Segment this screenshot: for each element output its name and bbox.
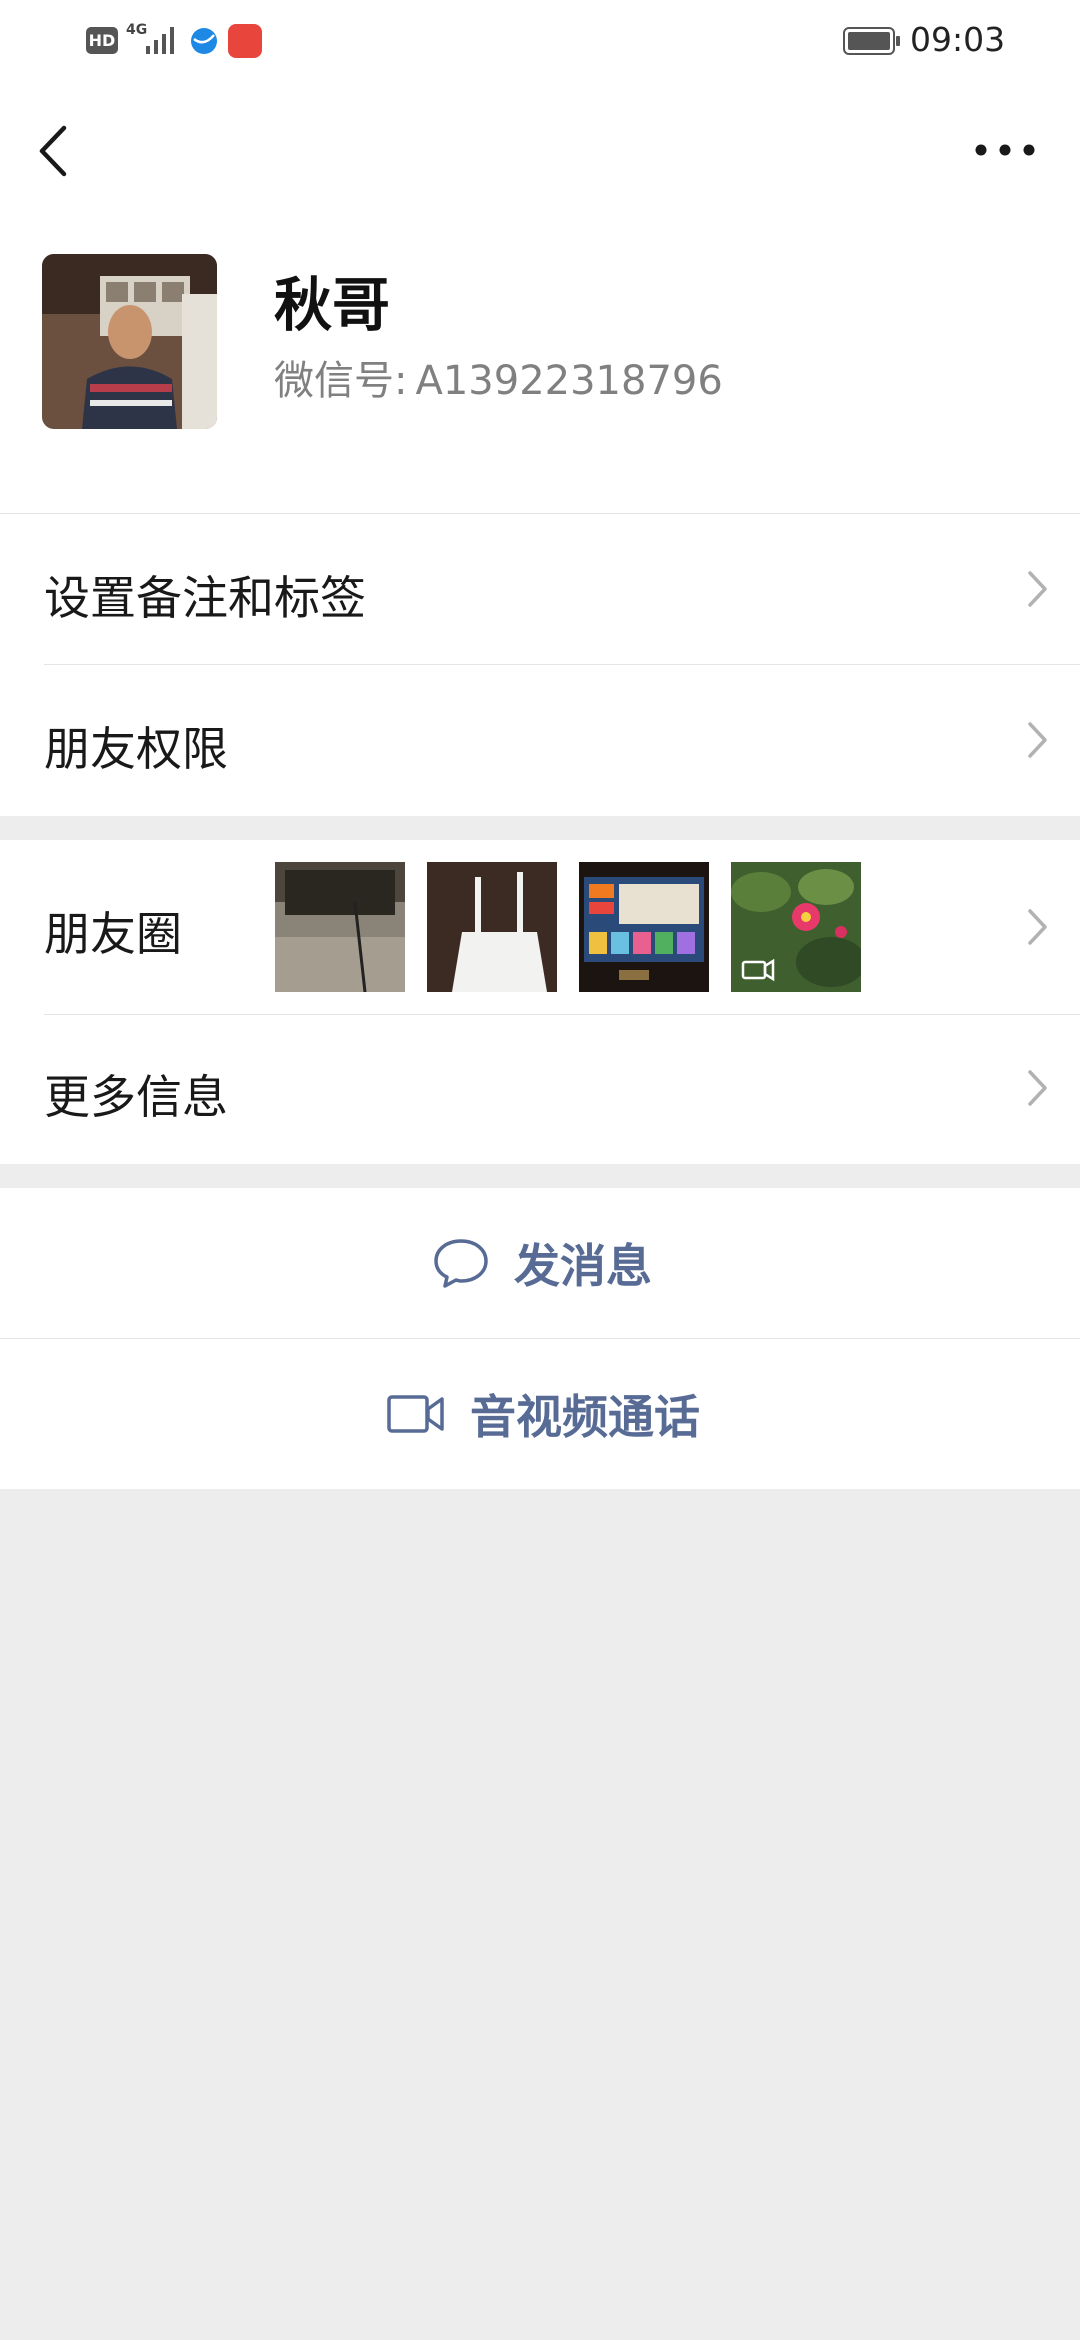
permissions-label: 朋友权限 xyxy=(44,722,228,776)
permissions-row[interactable]: 朋友权限 xyxy=(0,665,1080,816)
moments-thumb-2 xyxy=(427,862,557,992)
more-info-label: 更多信息 xyxy=(44,1070,228,1124)
more-info-row[interactable]: 更多信息 xyxy=(0,1015,1080,1164)
chevron-right-icon xyxy=(1028,909,1047,945)
avatar[interactable] xyxy=(42,254,217,429)
moments-thumb-3 xyxy=(579,862,709,992)
battery-icon xyxy=(843,27,900,55)
settings-section: 设置备注和标签 朋友权限 xyxy=(0,514,1080,816)
chevron-right-icon xyxy=(1028,571,1047,607)
wechat-id: 微信号: A13922318796 xyxy=(274,348,723,406)
status-bar: HD 4G 09:03 xyxy=(0,0,1080,80)
wechat-id-value: A13922318796 xyxy=(415,358,723,404)
profile-header: 秋哥 微信号: A13922318796 xyxy=(0,80,1080,514)
moments-label: 朋友圈 xyxy=(44,907,182,961)
wechat-id-label: 微信号: xyxy=(274,358,408,404)
hd-icon: HD xyxy=(86,27,118,54)
moments-thumb-1 xyxy=(275,862,405,992)
remark-tags-row[interactable]: 设置备注和标签 xyxy=(0,514,1080,664)
chevron-right-icon xyxy=(1028,1070,1047,1106)
globe-icon xyxy=(191,28,217,54)
info-section: 朋友圈 更多信息 xyxy=(0,840,1080,1164)
chevron-left-icon[interactable] xyxy=(28,116,78,186)
moments-thumb-4 xyxy=(731,862,861,992)
send-message-label: 发消息 xyxy=(514,1239,652,1293)
video-call-label: 音视频通话 xyxy=(470,1390,700,1444)
contact-name: 秋哥 xyxy=(274,271,391,339)
video-camera-icon xyxy=(387,1395,444,1433)
clock: 09:03 xyxy=(910,20,1006,59)
video-call-button[interactable]: 音视频通话 xyxy=(0,1339,1080,1489)
more-dots-icon[interactable] xyxy=(970,130,1040,170)
app-store-icon xyxy=(228,24,262,58)
chat-bubble-icon xyxy=(434,1239,488,1288)
moments-row[interactable]: 朋友圈 xyxy=(0,840,1080,1014)
chevron-right-icon xyxy=(1028,722,1047,758)
remark-tags-label: 设置备注和标签 xyxy=(44,571,366,625)
signal-icon xyxy=(146,27,174,54)
send-message-button[interactable]: 发消息 xyxy=(0,1188,1080,1338)
